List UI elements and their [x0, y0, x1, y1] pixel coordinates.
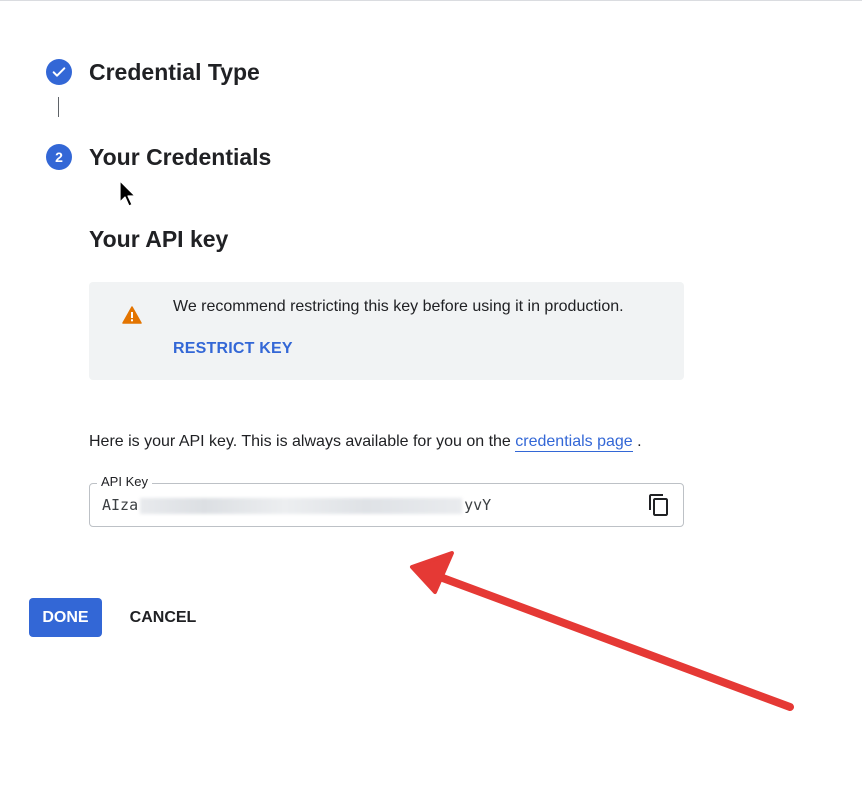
red-annotation-arrow-icon: [410, 551, 794, 711]
mouse-pointer-icon: [119, 180, 136, 207]
create-credentials-page: Credential Type 2 Your Credentials Your …: [0, 0, 862, 786]
credentials-page-link[interactable]: credentials page: [515, 433, 633, 452]
step-2-badge: 2: [46, 144, 72, 170]
api-key-prefix: AIza: [102, 496, 139, 514]
step-2-number: 2: [55, 149, 63, 165]
step-1-completed-badge: [46, 59, 72, 85]
restrict-key-warning-panel: We recommend restricting this key before…: [89, 282, 684, 380]
api-key-heading: Your API key: [89, 226, 229, 252]
done-button[interactable]: DONE: [29, 598, 102, 637]
top-divider: [0, 0, 862, 1]
warning-icon: [122, 306, 142, 324]
cancel-button[interactable]: CANCEL: [118, 598, 208, 637]
step-1-title[interactable]: Credential Type: [89, 59, 260, 86]
check-icon: [52, 67, 66, 77]
info-text-lead: Here is your API key. This is always ava…: [89, 433, 516, 450]
api-key-field-label: API Key: [97, 474, 152, 489]
restrict-key-button[interactable]: RESTRICT KEY: [173, 340, 293, 358]
api-key-info-text: Here is your API key. This is always ava…: [89, 433, 642, 452]
api-key-suffix: yvY: [464, 496, 492, 514]
api-key-value[interactable]: AIza yvY: [102, 496, 491, 514]
step-connector: [58, 97, 59, 117]
info-text-tail: .: [632, 433, 642, 450]
copy-icon[interactable]: [647, 493, 671, 517]
warning-message: We recommend restricting this key before…: [173, 298, 624, 315]
step-2-title: Your Credentials: [89, 144, 272, 170]
api-key-blurred-segment: [140, 497, 463, 514]
api-key-field[interactable]: API Key AIza yvY: [89, 474, 684, 527]
